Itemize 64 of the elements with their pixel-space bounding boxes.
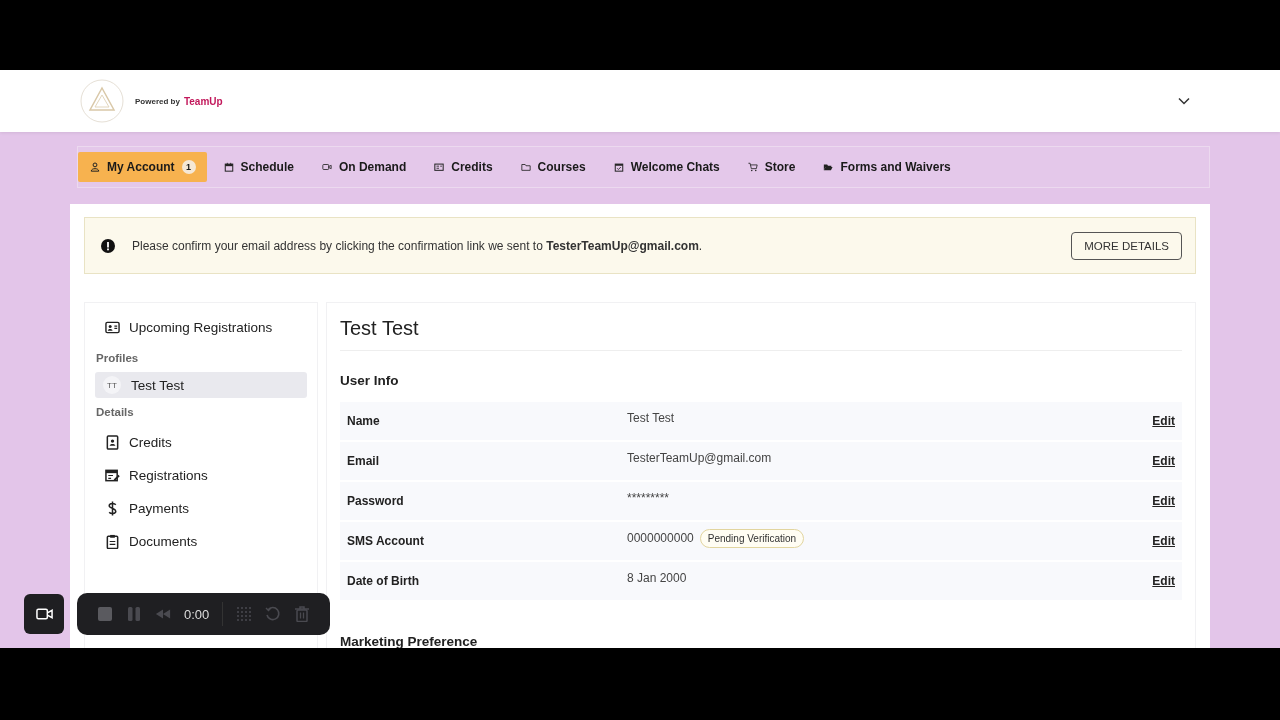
nav-tab[interactable]: Credits <box>422 152 504 182</box>
reset-icon[interactable] <box>265 606 282 622</box>
brand-name: TeamUp <box>183 95 223 107</box>
edit-link[interactable]: Edit <box>1152 414 1175 428</box>
field-value: ********* <box>627 491 670 505</box>
count-badge: 1 <box>181 160 196 174</box>
field-label: Date of Birth <box>347 574 420 588</box>
field-label: Name <box>347 414 381 428</box>
sidebar-item[interactable]: Payments <box>95 492 307 525</box>
clipboard-icon <box>105 534 120 549</box>
folder-icon <box>520 162 531 172</box>
video-icon <box>321 162 332 172</box>
exclamation-icon <box>101 238 115 253</box>
field-label: SMS Account <box>347 534 425 548</box>
id-card-icon <box>105 320 120 335</box>
calendar-icon <box>223 162 234 172</box>
alert-message: Please confirm your email address by clicking the confirmation link we sent to TesterTeamUp@gmail.com. <box>132 238 704 253</box>
calendar-check-icon <box>613 162 624 172</box>
pause-icon[interactable] <box>126 606 142 622</box>
edit-link[interactable]: Edit <box>1152 574 1175 588</box>
logo-icon[interactable] <box>79 78 125 124</box>
sidebar-item[interactable]: Upcoming Registrations <box>95 311 307 344</box>
folder-open-icon <box>823 162 834 172</box>
section-heading: User Info <box>340 373 400 388</box>
calendar-edit-icon <box>105 468 120 483</box>
initials-avatar: TT <box>103 376 121 394</box>
edit-link[interactable]: Edit <box>1152 494 1175 508</box>
cart-icon <box>747 162 758 172</box>
nav-tab[interactable]: Schedule <box>211 152 305 182</box>
field-value: 0000000000 <box>627 531 694 545</box>
nav-tab[interactable]: On Demand <box>309 152 418 182</box>
profile-name: Test Test <box>340 317 1182 351</box>
recording-time: 0:00 <box>184 606 210 622</box>
nav-tab[interactable]: Forms and Waivers <box>811 152 962 182</box>
nav-tab[interactable]: Welcome Chats <box>601 152 731 182</box>
stop-button[interactable] <box>97 606 113 622</box>
grid-icon[interactable] <box>236 606 253 622</box>
field-value: TesterTeamUp@gmail.com <box>627 451 772 465</box>
edit-link[interactable]: Edit <box>1152 534 1175 548</box>
status-badge: Pending Verification <box>699 528 805 548</box>
camera-button[interactable] <box>24 594 64 634</box>
sidebar-item[interactable]: Credits <box>95 426 307 459</box>
field-value: 8 Jan 2000 <box>627 571 687 585</box>
trash-icon[interactable] <box>294 606 311 622</box>
sidebar-item[interactable]: Documents <box>95 525 307 558</box>
field-label: Password <box>347 494 405 508</box>
field-value: Test Test <box>627 411 675 425</box>
profile-item[interactable]: TT Test Test <box>95 372 307 398</box>
card-icon <box>434 162 445 172</box>
powered-by-label: Powered by <box>135 96 180 106</box>
nav-tab[interactable]: My Account 1 <box>78 152 207 182</box>
video-camera-icon <box>35 608 53 620</box>
nav-tab[interactable]: Courses <box>508 152 597 182</box>
sidebar-heading: Profiles <box>96 352 140 364</box>
section-heading: Marketing Preference <box>340 634 479 648</box>
field-label: Email <box>347 454 380 468</box>
nav-tab[interactable]: Store <box>735 152 807 182</box>
edit-link[interactable]: Edit <box>1152 454 1175 468</box>
sidebar-item[interactable]: Registrations <box>95 459 307 492</box>
chevron-down-icon[interactable] <box>1178 97 1190 105</box>
user-icon <box>90 162 100 172</box>
more-details-button[interactable]: MORE DETAILS <box>1071 231 1182 260</box>
sidebar-heading: Details <box>96 406 135 418</box>
badge-icon <box>105 435 120 450</box>
